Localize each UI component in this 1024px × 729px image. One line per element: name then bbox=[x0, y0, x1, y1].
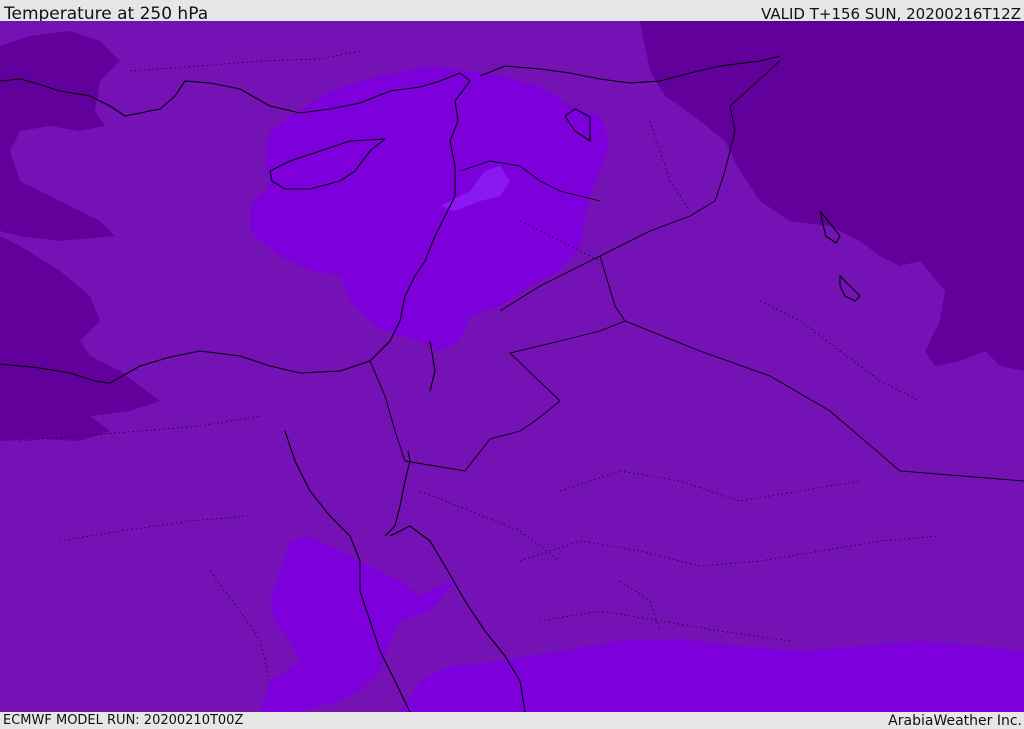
footer-bar: ECMWF MODEL RUN: 20200210T00Z ArabiaWeat… bbox=[0, 712, 1024, 729]
temperature-map bbox=[0, 21, 1024, 712]
model-run-label: ECMWF MODEL RUN: 20200210T00Z bbox=[3, 713, 244, 728]
credit-label: ArabiaWeather Inc. bbox=[888, 713, 1022, 729]
title-bar: Temperature at 250 hPa VALID T+156 SUN, … bbox=[0, 0, 1024, 24]
